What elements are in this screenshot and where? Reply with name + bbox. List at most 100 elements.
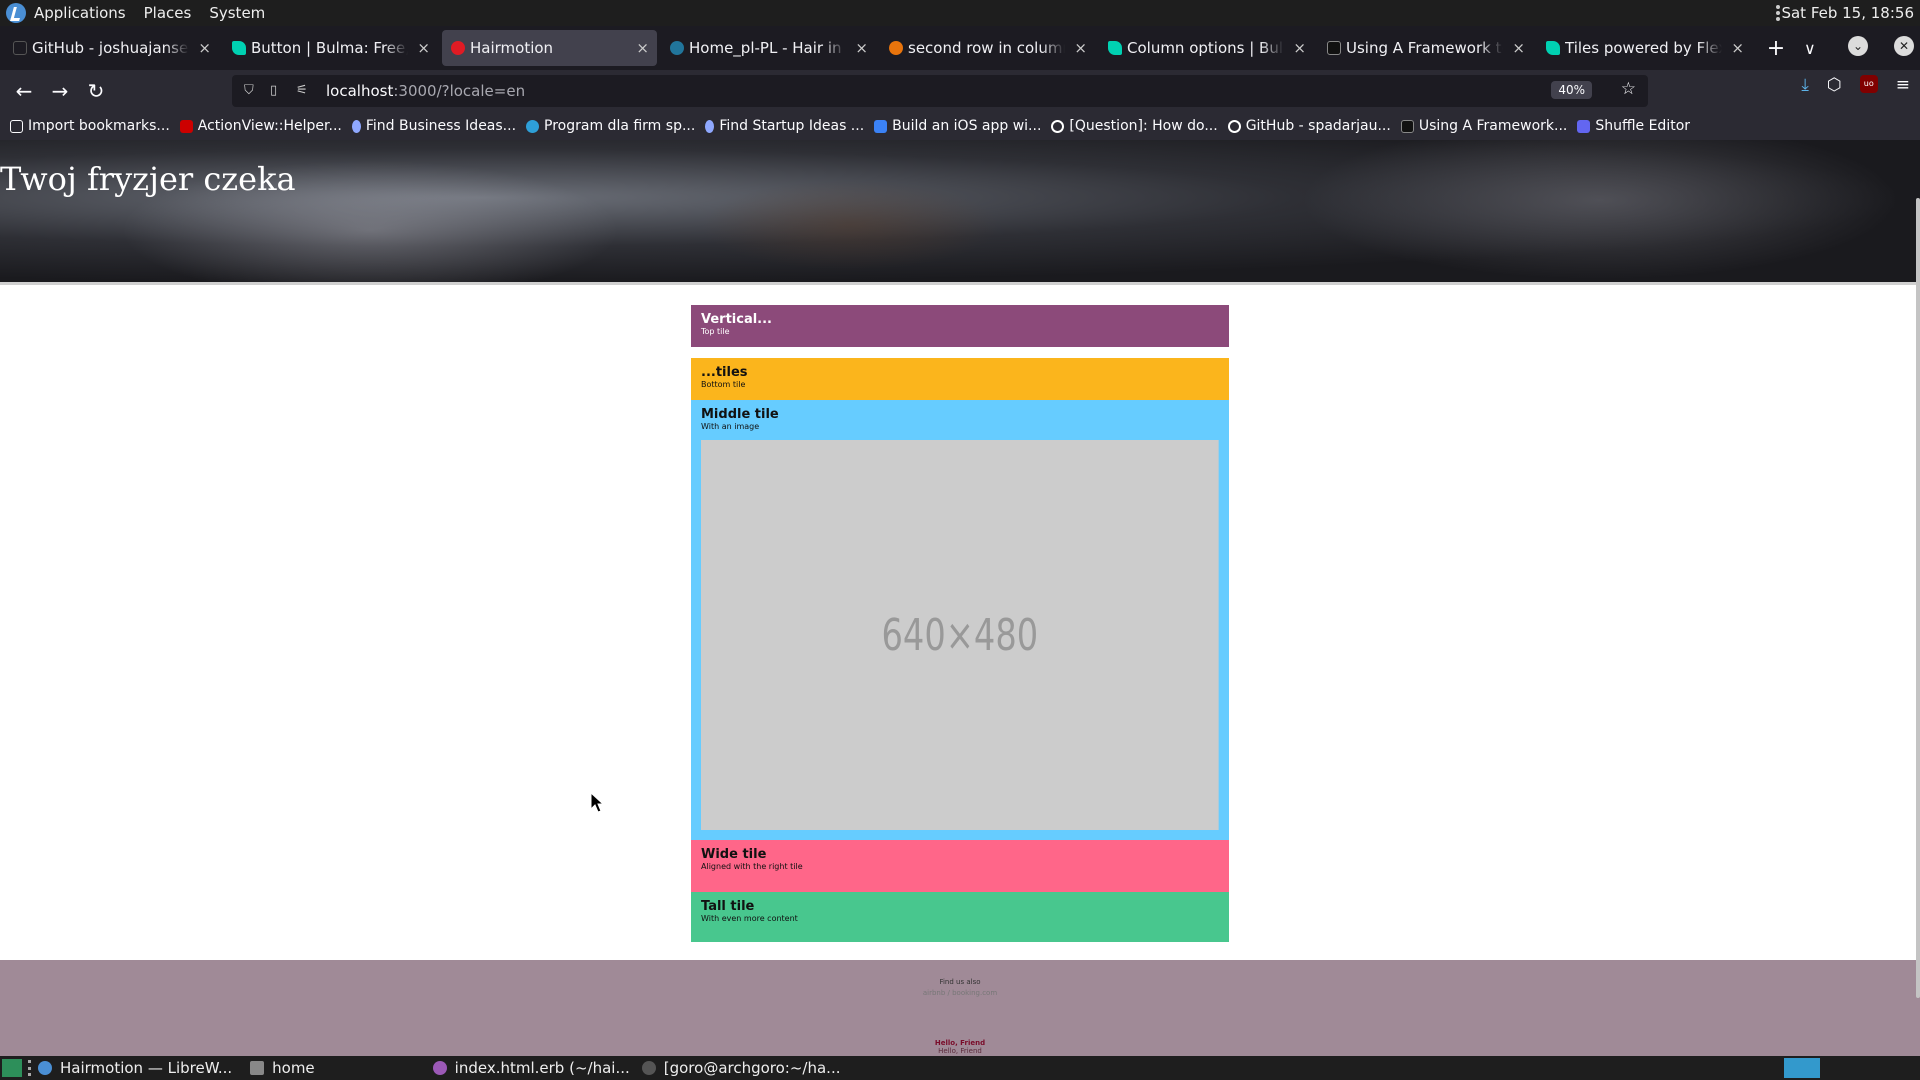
menu-places[interactable]: Places (144, 4, 192, 22)
bookmark-item[interactable]: Shuffle Editor (1577, 118, 1690, 134)
bookmark-item[interactable]: GitHub - spadarjau... (1227, 118, 1391, 134)
page-footer: Find us also airbnb / booking.com Hello,… (0, 960, 1920, 1056)
bookmark-label: Program dla firm sp... (544, 118, 696, 134)
shield-icon[interactable]: ⛉ (244, 84, 258, 98)
permissions-icon[interactable]: ⚟ (296, 84, 310, 98)
tab-label: Hairmotion (470, 39, 554, 57)
task-terminal[interactable]: [goro@archgoro:~/ha... (641, 1059, 841, 1077)
tab-tiles-flexbox[interactable]: Tiles powered by Flexbo × (1537, 30, 1752, 66)
tab-label: second row in column b (908, 39, 1065, 57)
bookmark-item[interactable]: [Question]: How do... (1051, 118, 1218, 134)
close-icon[interactable]: × (1731, 30, 1744, 66)
taskbar: Hairmotion — LibreW... home index.html.e… (0, 1056, 1920, 1080)
close-icon[interactable]: × (1512, 30, 1525, 66)
close-icon[interactable]: × (636, 30, 649, 66)
shuffle-icon (1577, 119, 1591, 133)
back-arrow-icon[interactable]: ← (6, 75, 42, 107)
tile-title: Wide tile (701, 847, 767, 862)
tab-column-options[interactable]: Column options | Bulma × (1099, 30, 1314, 66)
bookmark-star-icon[interactable]: ☆ (1621, 79, 1636, 99)
rails-icon (179, 119, 193, 133)
tab-hairmotion[interactable]: Hairmotion × (442, 30, 657, 66)
tab-github[interactable]: GitHub - joshuajansen/ × (4, 30, 219, 66)
import-icon (10, 119, 23, 133)
tile-subtitle: Top tile (701, 327, 730, 336)
page-scrollbar[interactable] (1916, 198, 1920, 998)
tab-label: Column options | Bulma (1127, 39, 1284, 57)
wordpress-favicon-icon (670, 41, 684, 55)
tile-wide: Wide tile Aligned with the right tile (691, 840, 1229, 892)
task-label: index.html.erb (~/hai... (454, 1059, 630, 1077)
close-window-icon[interactable]: ✕ (1894, 36, 1914, 56)
tab-second-row[interactable]: second row in column b × (880, 30, 1095, 66)
tray-browser-icon[interactable] (1784, 1058, 1820, 1078)
app-store-icon (874, 119, 888, 133)
page-viewport[interactable]: Twoj fryzjer czeka Vertical... Top tile … (0, 140, 1920, 1056)
footer-greeting: Hello, Friend (938, 1047, 982, 1055)
close-icon[interactable]: × (1074, 30, 1087, 66)
distro-logo-icon[interactable] (6, 3, 26, 23)
page-icon[interactable]: ▯ (270, 84, 284, 98)
menu-system[interactable]: System (209, 4, 265, 22)
tab-label: Using A Framework to I (1346, 39, 1503, 57)
program-icon (526, 119, 540, 133)
url-text[interactable]: localhost:3000/?locale=en (326, 82, 525, 100)
github-icon (1051, 119, 1065, 133)
bookmarks-bar: Import bookmarks... ActionView::Helper..… (0, 112, 1920, 140)
close-icon[interactable]: × (855, 30, 868, 66)
footer-links[interactable]: airbnb / booking.com (0, 989, 1920, 997)
tab-using-framework[interactable]: Using A Framework to I × (1318, 30, 1533, 66)
system-panel: Applications Places System Sat Feb 15, 1… (0, 0, 1920, 26)
bookmark-item[interactable]: Build an iOS app wi... (874, 118, 1041, 134)
clock[interactable]: Sat Feb 15, 18:56 (1781, 4, 1914, 22)
bookmark-item[interactable]: ActionView::Helper... (179, 118, 342, 134)
task-browser[interactable]: Hairmotion — LibreW... (38, 1059, 232, 1077)
task-editor[interactable]: index.html.erb (~/hai... (432, 1059, 630, 1077)
bookmark-label: Shuffle Editor (1595, 118, 1691, 134)
bookmark-item[interactable]: Find Startup Ideas ... (705, 118, 864, 134)
new-tab-button[interactable]: + (1762, 36, 1790, 61)
placeholder-image: 640×480 (701, 440, 1219, 830)
bulma-favicon-icon (232, 41, 246, 55)
tiles-container: Vertical... Top tile ...tiles Bottom til… (691, 305, 1229, 942)
download-icon[interactable]: ⤓ (1801, 75, 1809, 95)
zoom-level-button[interactable]: 40% (1551, 81, 1592, 99)
close-icon[interactable]: × (1293, 30, 1306, 66)
close-icon[interactable]: × (417, 30, 430, 66)
bookmark-item[interactable]: Import bookmarks... (10, 118, 170, 134)
menu-applications[interactable]: Applications (34, 4, 126, 22)
bookmark-label: GitHub - spadarjau... (1245, 118, 1391, 134)
bookmark-item[interactable]: Using A Framework... (1400, 118, 1568, 134)
system-menu: Applications Places System (0, 3, 265, 23)
bookmark-item[interactable]: Find Business Ideas... (351, 118, 516, 134)
tab-label: Tiles powered by Flexbo (1565, 39, 1722, 57)
tile-title: Middle tile (701, 407, 779, 422)
ublock-icon[interactable]: uo (1859, 75, 1878, 93)
bulma-favicon-icon (1546, 41, 1560, 55)
minimize-icon[interactable]: ⌄ (1848, 36, 1868, 56)
hero-image-highlight (700, 180, 1000, 270)
close-icon[interactable]: × (198, 30, 211, 66)
url-bar[interactable]: ⛉ ▯ ⚟ localhost:3000/?locale=en 40% ☆ (232, 75, 1648, 107)
show-desktop-button[interactable] (2, 1059, 22, 1077)
list-tabs-chevron-down-icon[interactable]: ∨ (1804, 39, 1816, 58)
reload-icon[interactable]: ↻ (78, 75, 114, 107)
tile-vertical: Vertical... Top tile (691, 305, 1229, 347)
tile-subtitle: With an image (701, 422, 760, 431)
tab-bar: GitHub - joshuajansen/ × Button | Bulma:… (0, 26, 1920, 70)
extensions-icon[interactable]: ⬡ (1827, 75, 1842, 95)
bookmark-label: Using A Framework... (1418, 118, 1568, 134)
task-label: Hairmotion — LibreW... (60, 1059, 233, 1077)
bookmark-label: ActionView::Helper... (197, 118, 342, 134)
tab-home-pl[interactable]: Home_pl-PL - Hair in M × (661, 30, 876, 66)
forward-arrow-icon[interactable]: → (42, 75, 78, 107)
bookmark-item[interactable]: Program dla firm sp... (526, 118, 695, 134)
toolbar-actions: ⤓ ⬡ uo ≡ (1801, 75, 1910, 95)
terminal-icon (641, 1061, 656, 1075)
stackoverflow-favicon-icon (889, 41, 903, 55)
task-home-folder[interactable]: home (250, 1059, 315, 1077)
app-menu-icon[interactable]: ≡ (1896, 75, 1910, 95)
hero-title: Twoj fryzjer czeka (0, 160, 296, 198)
tab-bulma-button[interactable]: Button | Bulma: Free, c × (223, 30, 438, 66)
tile-middle: Middle tile With an image 640×480 (691, 400, 1229, 840)
